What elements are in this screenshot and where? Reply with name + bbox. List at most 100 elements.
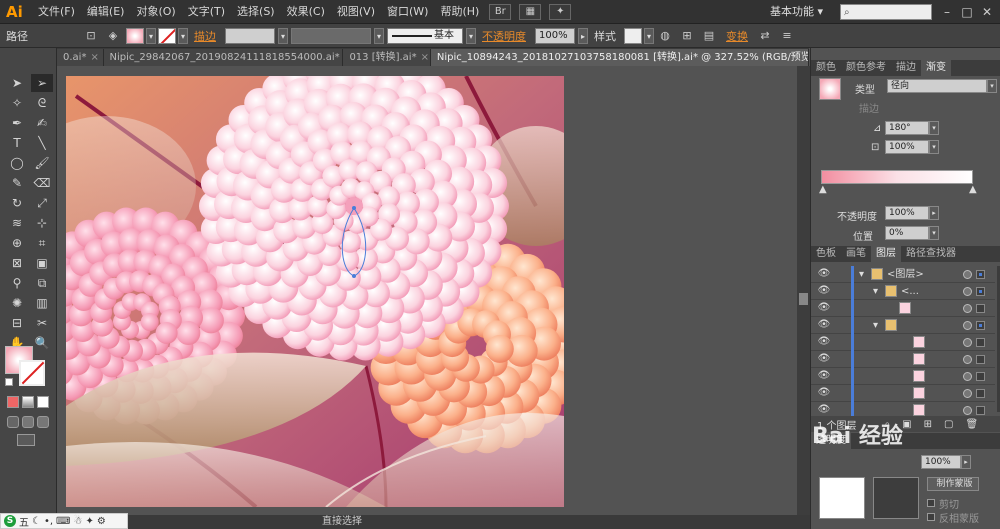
tab-gradient[interactable]: 渐变 (921, 60, 951, 76)
symbol-sprayer-tool-icon[interactable]: ✺ (6, 294, 28, 312)
recolor-icon[interactable]: ◍ (656, 28, 674, 44)
scroll-thumb[interactable] (799, 293, 808, 305)
layer-row[interactable]: 👁 ▾ <图层> (811, 266, 995, 283)
width-tool-icon[interactable]: ≋ (6, 214, 28, 232)
punctuation-icon[interactable]: •, (44, 516, 53, 527)
opacity-dropdown[interactable]: ▸ (578, 27, 588, 44)
graphic-style-swatch[interactable] (624, 27, 642, 44)
graphic-style-dropdown[interactable]: ▾ (644, 27, 654, 44)
layer-row[interactable]: 👁 (811, 351, 995, 368)
visibility-eye-icon[interactable]: 👁 (817, 387, 831, 399)
menu-edit[interactable]: 编辑(E) (81, 0, 131, 24)
opacity-field[interactable]: 100% (535, 27, 575, 44)
minimize-icon[interactable]: – (938, 4, 956, 20)
menu-help[interactable]: 帮助(H) (434, 0, 485, 24)
stop-opacity-field[interactable]: 100% (885, 206, 929, 220)
maximize-icon[interactable]: □ (958, 4, 976, 20)
free-transform-tool-icon[interactable]: ⊹ (31, 214, 53, 232)
ime-toolbar[interactable]: S 五 ☾ •, ⌨ ☃ ✦ ⚙ (0, 513, 128, 529)
variable-width-field[interactable] (291, 27, 371, 44)
transform-anchor-icon[interactable]: ◈ (104, 28, 122, 44)
close-icon[interactable]: ✕ (978, 4, 996, 20)
selection-indicator[interactable] (976, 287, 985, 296)
align-icon[interactable]: ⊞ (678, 28, 696, 44)
tab-swatches[interactable]: 色板 (811, 246, 841, 262)
stroke-label[interactable]: 描边 (188, 28, 222, 44)
variable-width-dropdown[interactable]: ▾ (374, 27, 384, 44)
gradient-slider[interactable] (821, 170, 973, 184)
shape-builder-tool-icon[interactable]: ⊕ (6, 234, 28, 252)
brush-style-dropdown[interactable]: ▾ (466, 27, 476, 44)
tab-color-guide[interactable]: 颜色参考 (841, 60, 891, 76)
expand-toggle-icon[interactable]: ▾ (873, 317, 878, 334)
rotate-tool-icon[interactable]: ↻ (6, 194, 28, 212)
menu-object[interactable]: 对象(O) (130, 0, 181, 24)
none-mode-icon[interactable] (37, 396, 49, 408)
selection-indicator[interactable] (976, 304, 985, 313)
menu-effect[interactable]: 效果(C) (281, 0, 331, 24)
gradient-type-dropdown[interactable]: ▾ (987, 79, 997, 93)
color-mode-icon[interactable] (7, 396, 19, 408)
tab-layers[interactable]: 图层 (871, 246, 901, 262)
target-icon[interactable] (963, 270, 972, 279)
flip-icon[interactable]: ⇄ (756, 28, 774, 44)
bridge-icon[interactable]: Br (489, 3, 512, 20)
visibility-eye-icon[interactable]: 👁 (817, 404, 831, 416)
gradient-type-field[interactable]: 径向 (887, 79, 987, 93)
draw-normal-icon[interactable] (7, 416, 19, 428)
direct-selection-tool-icon[interactable]: ➢ (31, 74, 53, 92)
stroke-weight-field[interactable] (225, 27, 275, 44)
draw-behind-icon[interactable] (22, 416, 34, 428)
layer-name[interactable]: <图层> (887, 266, 924, 283)
visibility-eye-icon[interactable]: 👁 (817, 370, 831, 382)
menu-file[interactable]: 文件(F) (32, 0, 81, 24)
flower-artwork[interactable] (66, 76, 564, 507)
transform-label[interactable]: 变换 (720, 28, 754, 44)
stop-location-dropdown[interactable]: ▾ (929, 226, 939, 240)
menu-view[interactable]: 视图(V) (331, 0, 381, 24)
tab-pathfinder[interactable]: 路径查找器 (901, 246, 961, 262)
perspective-grid-tool-icon[interactable]: ⌗ (31, 234, 53, 252)
settings-icon[interactable]: ⚙ (97, 516, 106, 527)
menu-select[interactable]: 选择(S) (231, 0, 281, 24)
isolate-icon[interactable]: ⊡ (82, 28, 100, 44)
tools-icon[interactable]: ✦ (85, 516, 93, 527)
selection-tool-icon[interactable]: ➤ (6, 74, 28, 92)
selection-indicator[interactable] (976, 389, 985, 398)
layer-row[interactable]: 👁 ▾ <... (811, 283, 995, 300)
type-tool-icon[interactable]: T (6, 134, 28, 152)
gpu-icon[interactable]: ✦ (549, 3, 572, 20)
target-icon[interactable] (963, 406, 972, 415)
target-icon[interactable] (963, 372, 972, 381)
visibility-eye-icon[interactable]: 👁 (817, 336, 831, 348)
layer-row[interactable]: 👁 (811, 368, 995, 385)
fill-dropdown[interactable]: ▾ (146, 27, 156, 44)
distribute-icon[interactable]: ▤ (700, 28, 718, 44)
artboard[interactable] (66, 76, 564, 507)
lasso-tool-icon[interactable]: ᘓ (31, 94, 53, 112)
tab-doc-2[interactable]: Nipic_29842067_20190824111818554000.ai*× (103, 49, 344, 66)
target-icon[interactable] (963, 321, 972, 330)
menu-type[interactable]: 文字(T) (182, 0, 231, 24)
gradient-stop-left-icon[interactable]: ▲ (819, 184, 827, 195)
tab-color[interactable]: 颜色 (811, 60, 841, 76)
delete-icon[interactable]: 🗑 (959, 419, 978, 430)
close-icon[interactable]: × (421, 52, 429, 63)
vertical-scrollbar[interactable] (797, 66, 810, 515)
aspect-ratio-dropdown[interactable]: ▾ (929, 140, 939, 154)
arrange-documents-icon[interactable]: ▦ (519, 3, 542, 20)
stroke-color-swatch[interactable] (19, 360, 45, 386)
slice-tool-icon[interactable]: ✂ (31, 314, 53, 332)
layer-row[interactable]: 👁 (811, 300, 995, 317)
canvas-area[interactable] (57, 66, 797, 515)
tab-brushes[interactable]: 画笔 (841, 246, 871, 262)
stop-opacity-dropdown[interactable]: ▸ (929, 206, 939, 220)
visibility-eye-icon[interactable]: 👁 (817, 319, 831, 331)
selection-indicator[interactable] (976, 355, 985, 364)
tab-doc-active[interactable]: Nipic_10894243_20181027103758180081 [转换]… (430, 49, 809, 66)
selection-indicator[interactable] (976, 270, 985, 279)
search-input[interactable]: ⌕ (840, 4, 932, 20)
ime-mode-label[interactable]: 五 (19, 514, 29, 529)
workspace-switcher[interactable]: 基本功能 ▾ (770, 3, 823, 21)
menu-window[interactable]: 窗口(W) (381, 0, 434, 24)
